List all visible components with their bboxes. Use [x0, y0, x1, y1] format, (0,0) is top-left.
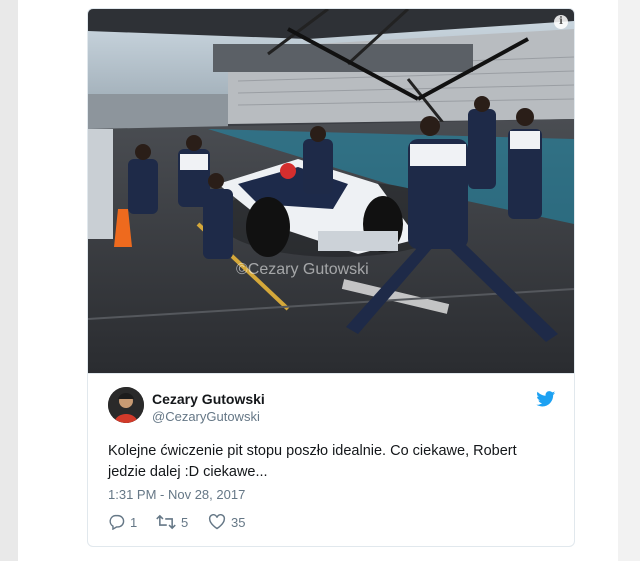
tweet-text-line-1: Kolejne ćwiczenie pit stopu poszło ideal…	[108, 443, 517, 459]
author-handle[interactable]: @CezaryGutowski	[152, 409, 260, 424]
retweet-button[interactable]: 5	[156, 514, 188, 530]
tweet-text-line-2: jedzie dalej :D ciekawe...	[108, 464, 268, 480]
photo-watermark: ©Cezary Gutowski	[236, 261, 369, 278]
reply-icon	[109, 514, 125, 530]
like-button[interactable]: 35	[208, 514, 245, 530]
tweet-text: Kolejne ćwiczenie pit stopu poszło ideal…	[108, 441, 558, 483]
retweet-count: 5	[181, 514, 189, 530]
tweet-timestamp[interactable]: 1:31 PM - Nov 28, 2017	[108, 487, 245, 502]
info-icon[interactable]: i	[554, 15, 568, 29]
retweet-icon	[156, 514, 176, 530]
author-avatar[interactable]	[108, 387, 144, 423]
heart-icon	[208, 514, 226, 530]
media-divider	[88, 373, 574, 374]
author-name[interactable]: Cezary Gutowski	[152, 391, 265, 407]
page-right-margin	[618, 0, 640, 561]
tweet-photo[interactable]: i ©Cezary Gutowski	[88, 9, 574, 373]
embedded-tweet-card[interactable]: i ©Cezary Gutowski Cezary Gutowski @Ceza…	[87, 8, 575, 547]
twitter-bird-icon[interactable]	[536, 391, 556, 407]
reply-button[interactable]: 1	[108, 514, 137, 530]
reply-count: 1	[130, 514, 138, 530]
page-left-margin	[0, 0, 18, 561]
like-count: 35	[231, 514, 246, 530]
pit-stop-photo	[88, 9, 574, 373]
